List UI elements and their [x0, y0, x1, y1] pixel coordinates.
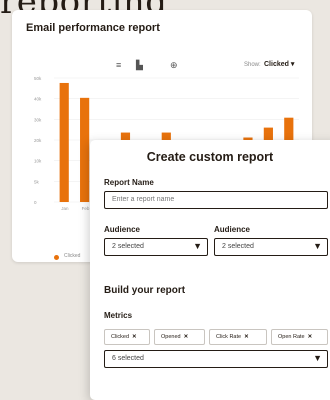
chart-bar: [80, 97, 90, 202]
audience-select-2[interactable]: 2 selected ▼: [214, 238, 328, 256]
audience-select-1-value: 2 selected: [112, 243, 144, 250]
chart-bar: [59, 82, 69, 202]
metric-chip-open-rate[interactable]: Open Rate ✕: [271, 329, 328, 345]
build-report-heading: Build your report: [104, 285, 186, 296]
y-tick-label: 10k: [34, 159, 42, 164]
audience-label-1: Audience: [104, 225, 141, 234]
y-tick-label: 50k: [34, 76, 42, 81]
metric-chip-label: Open Rate: [278, 334, 305, 340]
metric-chip-clicked[interactable]: Clicked ✕: [104, 329, 150, 345]
metric-chip-label: Click Rate: [216, 334, 242, 340]
report-name-label: Report Name: [104, 178, 154, 187]
chevron-down-icon: ▼: [313, 353, 322, 363]
legend-label: Clicked: [64, 253, 81, 259]
report-name-input[interactable]: Enter a report name: [104, 191, 328, 209]
legend-swatch: [54, 255, 59, 260]
metric-chip-label: Clicked: [111, 334, 130, 340]
audience-label-2: Audience: [214, 225, 251, 234]
y-tick-label: 40k: [34, 97, 42, 102]
y-tick-label: 5k: [34, 179, 40, 184]
x-tick-label: Feb: [82, 206, 90, 211]
y-tick-label: 20k: [34, 138, 42, 143]
remove-icon[interactable]: ✕: [244, 334, 249, 340]
metrics-select[interactable]: 6 selected ▼: [104, 350, 328, 368]
metric-chip-click-rate[interactable]: Click Rate ✕: [209, 329, 267, 345]
metrics-label: Metrics: [104, 311, 133, 320]
create-custom-report-modal: Create custom report Report Name Enter a…: [90, 140, 330, 400]
audience-select-1[interactable]: 2 selected ▼: [104, 238, 208, 256]
metric-chip-opened[interactable]: Opened ✕: [154, 329, 205, 345]
x-tick-label: Jan: [61, 206, 69, 211]
metric-chip-label: Opened: [161, 334, 181, 340]
remove-icon[interactable]: ✕: [132, 334, 137, 340]
y-tick-label: 30k: [34, 117, 42, 122]
remove-icon[interactable]: ✕: [184, 334, 189, 340]
y-tick-label: 0: [34, 200, 37, 205]
chevron-down-icon: ▼: [193, 241, 202, 251]
metrics-select-value: 6 selected: [112, 355, 144, 362]
modal-title: Create custom report: [146, 150, 274, 164]
remove-icon[interactable]: ✕: [308, 334, 313, 340]
audience-select-2-value: 2 selected: [222, 243, 254, 250]
chevron-down-icon: ▼: [313, 241, 322, 251]
